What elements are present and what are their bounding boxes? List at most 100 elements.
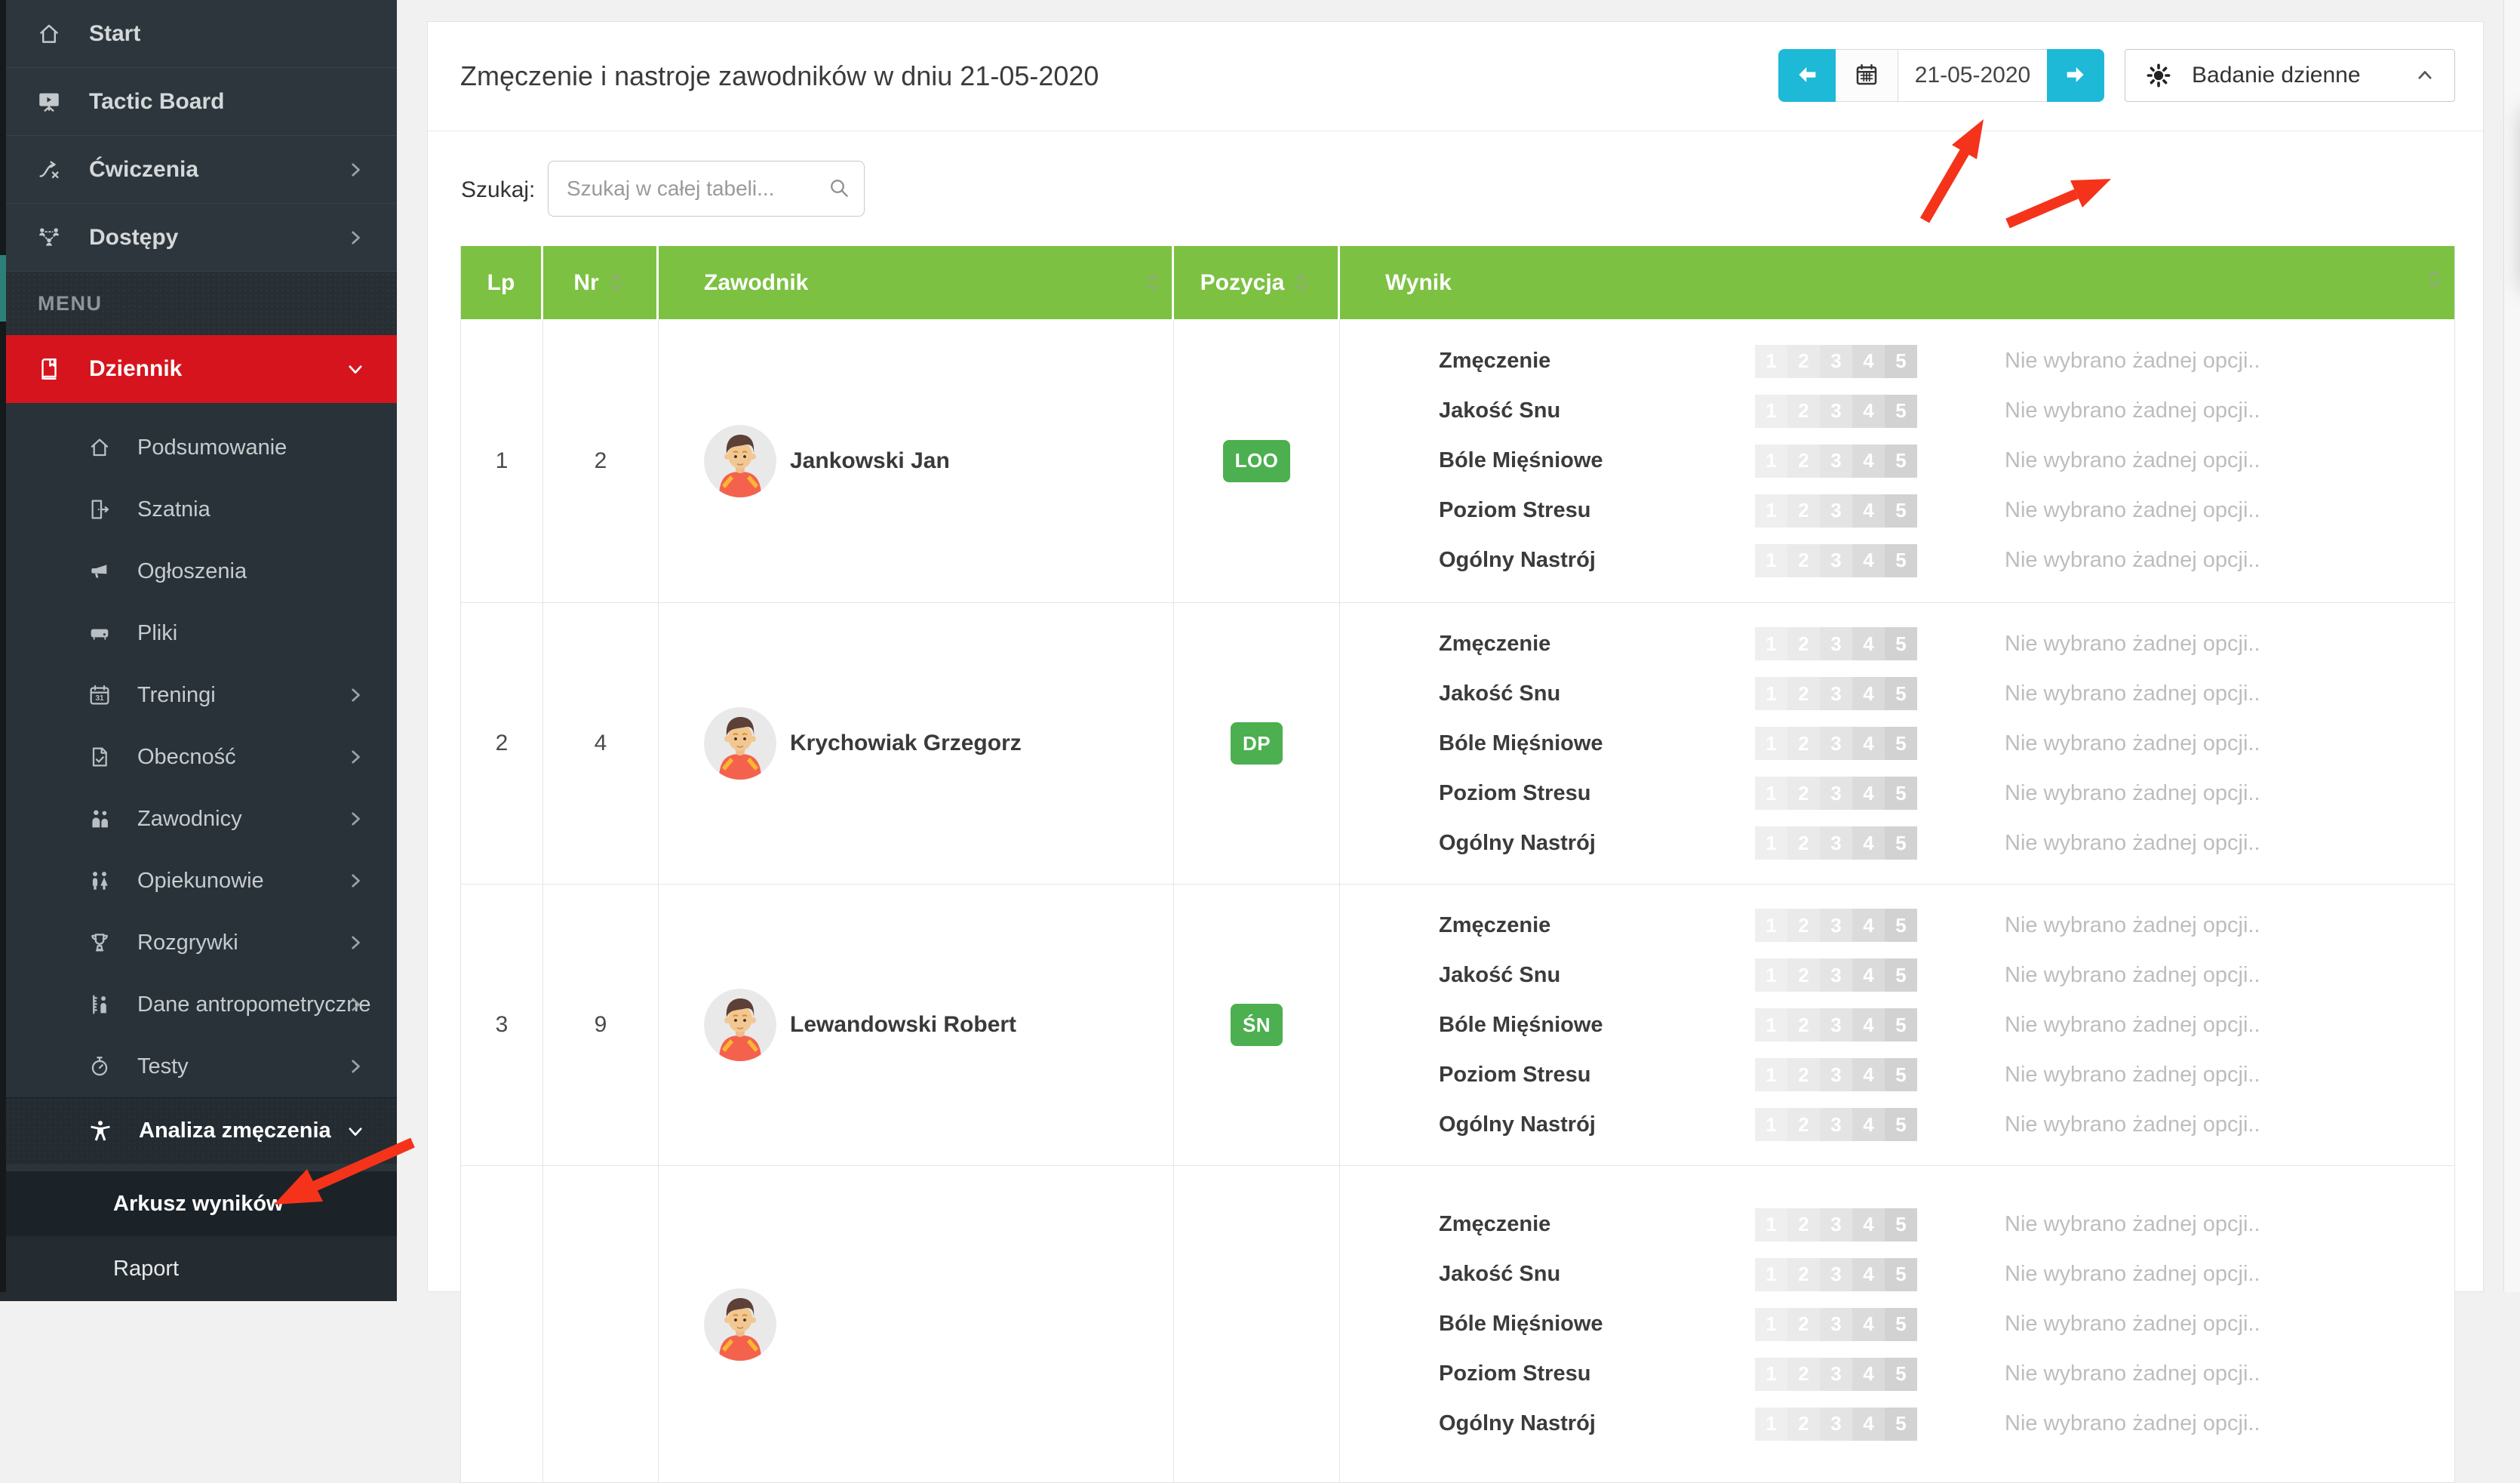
rating-option[interactable]: 5 bbox=[1885, 1058, 1917, 1091]
rating-option[interactable]: 5 bbox=[1885, 777, 1917, 810]
rating-option[interactable]: 3 bbox=[1820, 826, 1852, 860]
rating-option[interactable]: 1 bbox=[1755, 677, 1787, 710]
rating-option[interactable]: 3 bbox=[1820, 958, 1852, 992]
rating-option[interactable]: 3 bbox=[1820, 1308, 1852, 1341]
rating-option[interactable]: 2 bbox=[1787, 445, 1820, 478]
rating-option[interactable]: 2 bbox=[1787, 826, 1820, 860]
rating-option[interactable]: 2 bbox=[1787, 1408, 1820, 1441]
rating-option[interactable]: 2 bbox=[1787, 1208, 1820, 1241]
survey-type-dropdown-button[interactable]: Badanie dzienne bbox=[2125, 49, 2455, 102]
sidebar-item-tactic-board[interactable]: Tactic Board bbox=[0, 68, 397, 136]
rating-option[interactable]: 3 bbox=[1820, 677, 1852, 710]
rating-option[interactable]: 1 bbox=[1755, 1058, 1787, 1091]
rating-option[interactable]: 1 bbox=[1755, 494, 1787, 528]
rating-scale[interactable]: 12345 bbox=[1755, 627, 1917, 660]
sidebar-item-dane-antropometryczne[interactable]: Dane antropometryczne bbox=[0, 974, 397, 1035]
rating-option[interactable]: 1 bbox=[1755, 1308, 1787, 1341]
sidebar-item-treningi[interactable]: 31Treningi bbox=[0, 664, 397, 726]
rating-option[interactable]: 4 bbox=[1852, 1408, 1885, 1441]
rating-scale[interactable]: 12345 bbox=[1755, 1358, 1917, 1391]
rating-option[interactable]: 3 bbox=[1820, 1208, 1852, 1241]
previous-day-button[interactable] bbox=[1778, 49, 1836, 102]
rating-option[interactable]: 2 bbox=[1787, 677, 1820, 710]
rating-option[interactable]: 3 bbox=[1820, 1108, 1852, 1141]
search-input[interactable] bbox=[548, 161, 865, 217]
rating-option[interactable]: 4 bbox=[1852, 1308, 1885, 1341]
rating-option[interactable]: 4 bbox=[1852, 826, 1885, 860]
rating-option[interactable]: 1 bbox=[1755, 1208, 1787, 1241]
rating-option[interactable]: 4 bbox=[1852, 958, 1885, 992]
rating-option[interactable]: 1 bbox=[1755, 1008, 1787, 1041]
rating-option[interactable]: 1 bbox=[1755, 777, 1787, 810]
rating-option[interactable]: 4 bbox=[1852, 544, 1885, 577]
rating-option[interactable]: 4 bbox=[1852, 395, 1885, 428]
rating-option[interactable]: 3 bbox=[1820, 627, 1852, 660]
rating-option[interactable]: 1 bbox=[1755, 958, 1787, 992]
rating-option[interactable]: 3 bbox=[1820, 345, 1852, 378]
rating-option[interactable]: 4 bbox=[1852, 777, 1885, 810]
sidebar-item-start[interactable]: Start bbox=[0, 0, 397, 68]
rating-option[interactable]: 2 bbox=[1787, 1008, 1820, 1041]
rating-scale[interactable]: 12345 bbox=[1755, 1208, 1917, 1241]
rating-option[interactable]: 4 bbox=[1852, 1058, 1885, 1091]
rating-scale[interactable]: 12345 bbox=[1755, 1258, 1917, 1291]
rating-option[interactable]: 1 bbox=[1755, 1408, 1787, 1441]
rating-option[interactable]: 4 bbox=[1852, 1008, 1885, 1041]
rating-scale[interactable]: 12345 bbox=[1755, 445, 1917, 478]
rating-option[interactable]: 4 bbox=[1852, 677, 1885, 710]
rating-option[interactable]: 1 bbox=[1755, 627, 1787, 660]
rating-scale[interactable]: 12345 bbox=[1755, 1408, 1917, 1441]
rating-option[interactable]: 1 bbox=[1755, 909, 1787, 942]
rating-option[interactable]: 4 bbox=[1852, 494, 1885, 528]
rating-option[interactable]: 3 bbox=[1820, 395, 1852, 428]
rating-option[interactable]: 5 bbox=[1885, 909, 1917, 942]
next-day-button[interactable] bbox=[2047, 49, 2104, 102]
rating-option[interactable]: 2 bbox=[1787, 727, 1820, 760]
rating-option[interactable]: 4 bbox=[1852, 445, 1885, 478]
rating-option[interactable]: 5 bbox=[1885, 1108, 1917, 1141]
rating-option[interactable]: 2 bbox=[1787, 1358, 1820, 1391]
rating-option[interactable]: 5 bbox=[1885, 677, 1917, 710]
rating-option[interactable]: 4 bbox=[1852, 1358, 1885, 1391]
rating-option[interactable]: 5 bbox=[1885, 1408, 1917, 1441]
rating-option[interactable]: 4 bbox=[1852, 909, 1885, 942]
date-field[interactable]: 21-05-2020 bbox=[1898, 49, 2047, 102]
rating-option[interactable]: 4 bbox=[1852, 1208, 1885, 1241]
rating-option[interactable]: 2 bbox=[1787, 777, 1820, 810]
sidebar-item-pliki[interactable]: Pliki bbox=[0, 602, 397, 664]
rating-option[interactable]: 5 bbox=[1885, 1258, 1917, 1291]
rating-option[interactable]: 4 bbox=[1852, 1258, 1885, 1291]
rating-scale[interactable]: 12345 bbox=[1755, 1008, 1917, 1041]
sidebar-item-zawodnicy[interactable]: Zawodnicy bbox=[0, 788, 397, 850]
rating-option[interactable]: 3 bbox=[1820, 1258, 1852, 1291]
column-header-nr[interactable]: Nr bbox=[543, 246, 659, 319]
rating-option[interactable]: 5 bbox=[1885, 1308, 1917, 1341]
rating-option[interactable]: 5 bbox=[1885, 1358, 1917, 1391]
calendar-picker-button[interactable] bbox=[1836, 49, 1898, 102]
rating-option[interactable]: 3 bbox=[1820, 1408, 1852, 1441]
sidebar-item-podsumowanie[interactable]: Podsumowanie bbox=[0, 417, 397, 478]
rating-scale[interactable]: 12345 bbox=[1755, 1058, 1917, 1091]
rating-option[interactable]: 2 bbox=[1787, 909, 1820, 942]
rating-option[interactable]: 3 bbox=[1820, 727, 1852, 760]
rating-option[interactable]: 3 bbox=[1820, 494, 1852, 528]
column-header-pozycja[interactable]: Pozycja bbox=[1174, 246, 1340, 319]
rating-option[interactable]: 5 bbox=[1885, 345, 1917, 378]
rating-option[interactable]: 1 bbox=[1755, 1258, 1787, 1291]
rating-option[interactable]: 5 bbox=[1885, 544, 1917, 577]
sidebar-item-raport[interactable]: Raport bbox=[0, 1236, 397, 1301]
rating-scale[interactable]: 12345 bbox=[1755, 345, 1917, 378]
rating-option[interactable]: 1 bbox=[1755, 1108, 1787, 1141]
rating-option[interactable]: 2 bbox=[1787, 494, 1820, 528]
rating-option[interactable]: 1 bbox=[1755, 1358, 1787, 1391]
sidebar-item-testy[interactable]: Testy bbox=[0, 1035, 397, 1097]
rating-option[interactable]: 1 bbox=[1755, 826, 1787, 860]
rating-option[interactable]: 4 bbox=[1852, 627, 1885, 660]
rating-scale[interactable]: 12345 bbox=[1755, 826, 1917, 860]
rating-option[interactable]: 5 bbox=[1885, 727, 1917, 760]
rating-option[interactable]: 1 bbox=[1755, 345, 1787, 378]
rating-scale[interactable]: 12345 bbox=[1755, 777, 1917, 810]
sidebar-item-obecnosc[interactable]: Obecność bbox=[0, 726, 397, 788]
rating-option[interactable]: 5 bbox=[1885, 494, 1917, 528]
rating-option[interactable]: 2 bbox=[1787, 345, 1820, 378]
